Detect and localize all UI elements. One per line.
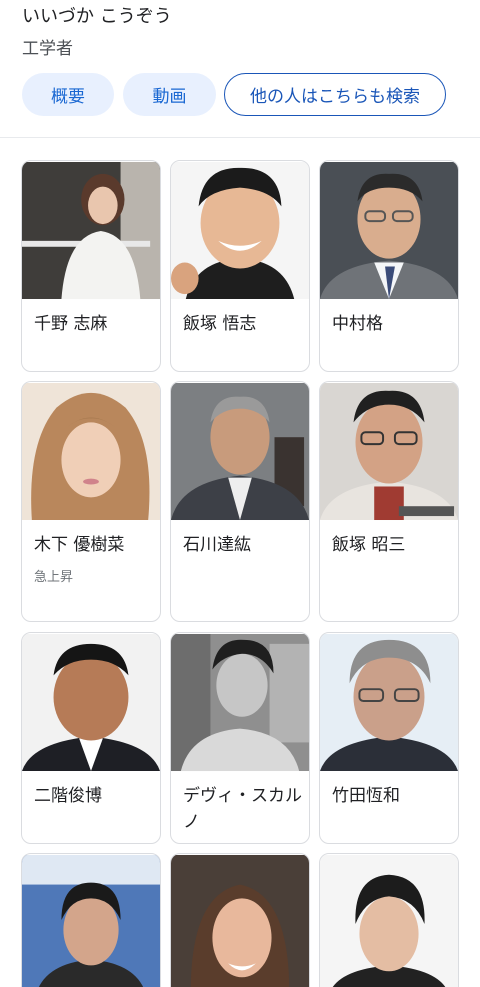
person-card[interactable]: 中村格 [319,160,459,372]
person-card[interactable] [319,853,459,987]
person-photo [320,854,458,987]
person-photo [171,161,309,300]
section-divider [0,137,480,138]
person-photo [320,633,458,772]
person-card[interactable]: 木下 優樹菜 急上昇 [21,381,161,622]
person-name: 飯塚 昭三 [332,535,406,555]
person-photo [171,633,309,772]
chip-row: 概要 動画 他の人はこちらも検索 [0,73,480,117]
person-name: 中村格 [332,314,383,334]
person-photo [320,161,458,300]
person-card[interactable]: 飯塚 悟志 [170,160,310,372]
profession-label: 工学者 [22,39,73,59]
person-photo [22,633,160,772]
person-photo [22,854,160,987]
person-name: 竹田恆和 [332,786,400,806]
person-name: 木下 優樹菜 [34,535,125,555]
entity-header: いいづか こうぞう 工学者 概要 動画 他の人はこちらも検索 [0,0,480,138]
person-name: 石川達紘 [183,535,251,555]
person-photo [22,161,160,300]
trending-badge: 急上昇 [34,570,74,585]
person-photo [320,382,458,521]
person-card[interactable]: 竹田恆和 [319,632,459,844]
person-photo [22,382,160,521]
person-card[interactable]: 千野 志麻 [21,160,161,372]
person-card[interactable] [170,853,310,987]
person-photo [171,854,309,987]
person-card[interactable]: 飯塚 昭三 [319,381,459,622]
person-name: デヴィ・スカルノ [183,786,302,832]
person-card[interactable]: デヴィ・スカルノ [170,632,310,844]
person-photo [171,382,309,521]
person-name: 飯塚 悟志 [183,314,257,334]
chip-people-also-search[interactable]: 他の人はこちらも検索 [224,73,446,116]
chip-overview[interactable]: 概要 [22,73,114,116]
person-card[interactable] [21,853,161,987]
person-card[interactable]: 二階俊博 [21,632,161,844]
person-name: 二階俊博 [34,786,102,806]
person-name: 千野 志麻 [34,314,108,334]
person-card[interactable]: 石川達紘 [170,381,310,622]
name-reading: いいづか こうぞう [22,6,172,27]
chip-videos[interactable]: 動画 [123,73,216,116]
